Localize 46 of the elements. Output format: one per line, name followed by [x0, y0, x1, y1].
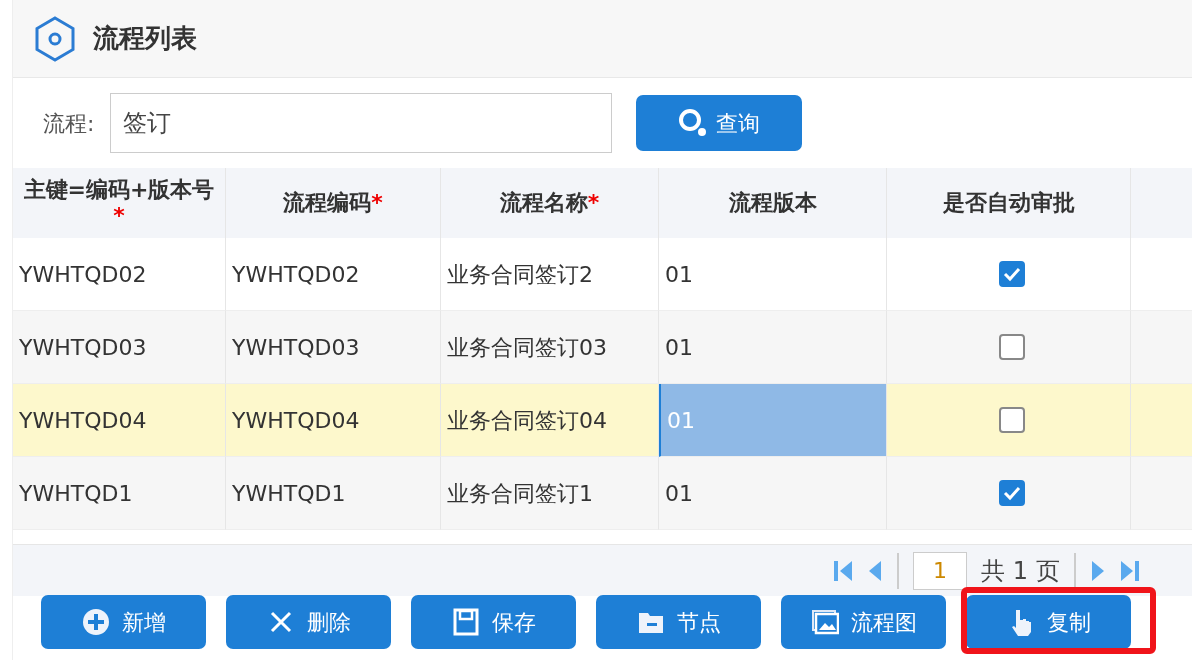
- search-field[interactable]: 签订: [110, 93, 613, 153]
- last-page-icon[interactable]: [1119, 558, 1140, 583]
- table-cell: 业务合同签订03: [441, 311, 659, 384]
- checkbox[interactable]: [998, 407, 1025, 433]
- image-icon: [810, 608, 839, 636]
- table-cell: 01: [659, 457, 887, 530]
- table-cell: 业务合同签订1: [441, 457, 659, 530]
- checkbox[interactable]: [998, 334, 1025, 360]
- check-icon: [1002, 485, 1021, 501]
- action-button[interactable]: 新增: [41, 595, 206, 649]
- page-input[interactable]: 1: [913, 551, 967, 590]
- search-label: 流程:: [43, 109, 95, 138]
- header-label: 流程版本: [728, 189, 817, 217]
- check-icon: [1002, 266, 1021, 282]
- table-cell: YWHTQD03: [226, 311, 441, 384]
- action-button[interactable]: 保存: [411, 595, 576, 649]
- table-cell: YWHTQD1: [13, 457, 226, 530]
- action-button[interactable]: 删除: [226, 595, 391, 649]
- header-label: 流程名称*: [499, 189, 600, 217]
- required-mark: *: [371, 189, 383, 215]
- search-button[interactable]: 查询: [636, 95, 803, 151]
- search-icon: [678, 108, 709, 138]
- table-cell: YWHTQD03: [13, 311, 226, 384]
- required-mark: *: [113, 203, 125, 228]
- plus-icon: [81, 608, 110, 636]
- first-page-icon[interactable]: [833, 558, 853, 583]
- table-cell: 业务合同签订04: [441, 384, 659, 457]
- hexagon-icon: [33, 14, 77, 63]
- checkbox[interactable]: [998, 480, 1025, 506]
- table-cell: 01: [659, 311, 887, 384]
- page-title: 流程列表: [93, 22, 197, 55]
- next-page-icon[interactable]: [1089, 558, 1106, 583]
- action-button[interactable]: 流程图: [781, 595, 946, 649]
- table-cell: YWHTQD04: [13, 384, 226, 457]
- table-cell: YWHTQD04: [226, 384, 441, 457]
- page-count: 共 1 页: [981, 555, 1060, 587]
- action-button[interactable]: 节点: [596, 595, 761, 649]
- floppy-icon: [451, 608, 480, 636]
- table-cell: YWHTQD1: [226, 457, 441, 530]
- header-label: 主键=编码+版本号 *: [22, 176, 216, 230]
- previous-page-icon[interactable]: [867, 558, 883, 583]
- header-label: 是否自动审批: [942, 189, 1075, 217]
- header-label: 流程编码*: [283, 189, 383, 217]
- required-mark: *: [587, 189, 600, 215]
- action-button[interactable]: 复制: [966, 595, 1131, 649]
- checkbox[interactable]: [998, 261, 1025, 287]
